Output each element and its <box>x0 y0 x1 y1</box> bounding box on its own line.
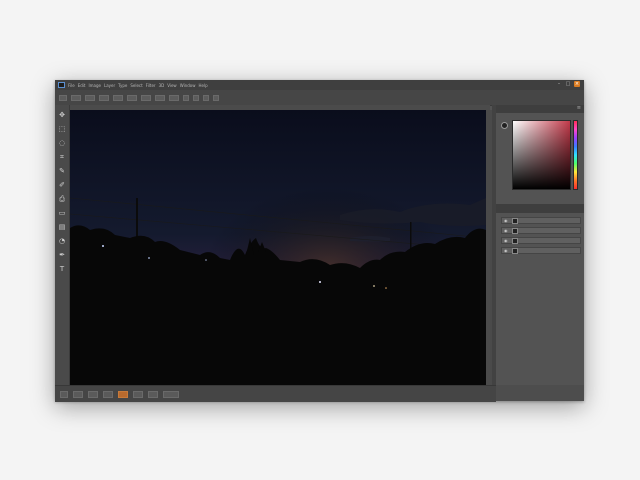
menu-filter[interactable]: Filter <box>146 83 156 88</box>
menu-3d[interactable]: 3D <box>159 83 165 88</box>
bottom-button-3[interactable] <box>88 390 98 398</box>
panel-menu-icon[interactable]: ≡ <box>577 105 581 111</box>
option-button-10[interactable] <box>193 94 199 101</box>
document-canvas[interactable] <box>70 110 486 385</box>
maximize-icon[interactable]: □ <box>565 81 571 87</box>
bottom-button-2[interactable] <box>73 390 83 398</box>
bottom-button-4[interactable] <box>103 390 113 398</box>
option-button-3[interactable] <box>99 94 109 101</box>
eye-icon[interactable]: ◉ <box>504 238 509 243</box>
menu-help[interactable]: Help <box>198 83 207 88</box>
move-icon[interactable]: ✥ <box>58 111 66 119</box>
menu-view[interactable]: View <box>167 83 177 88</box>
menu-image[interactable]: Image <box>88 83 101 88</box>
option-button-7[interactable] <box>155 94 165 101</box>
menu-file[interactable]: File <box>68 83 75 88</box>
menu-select[interactable]: Select <box>130 83 142 88</box>
layer-thumbnail <box>512 227 518 234</box>
layer-row[interactable]: ◉ <box>501 227 581 234</box>
menu-type[interactable]: Type <box>118 83 127 88</box>
menu-bar: File Edit Image Layer Type Select Filter… <box>55 80 584 90</box>
menu-window[interactable]: Window <box>180 83 196 88</box>
dodge-icon[interactable]: ◔ <box>58 237 66 245</box>
close-icon[interactable]: × <box>574 81 580 87</box>
hue-slider[interactable] <box>573 120 578 190</box>
bottom-button-8[interactable] <box>163 390 179 398</box>
option-button-5[interactable] <box>127 94 137 101</box>
foreground-swatch-icon[interactable] <box>501 122 508 129</box>
eraser-icon[interactable]: ▭ <box>58 209 66 217</box>
night-landscape-image <box>70 110 486 385</box>
bottom-button-1[interactable] <box>60 390 68 398</box>
brush-icon[interactable]: ✐ <box>58 181 66 189</box>
window-controls: – □ × <box>556 81 580 87</box>
eye-icon[interactable]: ◉ <box>504 228 509 233</box>
option-button-8[interactable] <box>169 94 179 101</box>
pen-icon[interactable]: ✒ <box>58 251 66 259</box>
lasso-icon[interactable]: ◌ <box>58 139 66 147</box>
bottom-button-6[interactable] <box>133 390 143 398</box>
right-panels: ≡ ◉ ◉ ◉ ◉ <box>496 105 584 385</box>
menu-edit[interactable]: Edit <box>78 83 86 88</box>
type-icon[interactable]: T <box>58 265 66 273</box>
panel-footer <box>496 385 584 401</box>
option-button-12[interactable] <box>213 94 219 101</box>
layer-thumbnail <box>512 237 518 244</box>
color-picker-field[interactable] <box>512 120 571 190</box>
option-button-6[interactable] <box>141 94 151 101</box>
option-button-11[interactable] <box>203 94 209 101</box>
gradient-icon[interactable]: ▤ <box>58 223 66 231</box>
option-button-9[interactable] <box>183 94 189 101</box>
bottom-toolbar <box>55 385 496 402</box>
marquee-icon[interactable]: ⬚ <box>58 125 66 133</box>
layer-thumbnail <box>512 247 518 254</box>
bottom-button-7[interactable] <box>148 390 158 398</box>
tool-preset-button[interactable] <box>59 94 67 101</box>
layers-panel-header[interactable] <box>496 204 584 213</box>
option-button-2[interactable] <box>85 94 95 101</box>
eyedropper-icon[interactable]: ✎ <box>58 167 66 175</box>
eye-icon[interactable]: ◉ <box>504 218 509 223</box>
eye-icon[interactable]: ◉ <box>504 248 509 253</box>
menu-layer[interactable]: Layer <box>104 83 115 88</box>
layer-row[interactable]: ◉ <box>501 237 581 244</box>
option-button-4[interactable] <box>113 94 123 101</box>
options-bar <box>55 90 584 106</box>
color-panel-header[interactable]: ≡ <box>496 105 584 113</box>
layer-thumbnail <box>512 217 518 224</box>
app-logo-icon <box>58 82 65 88</box>
layer-row[interactable]: ◉ <box>501 247 581 254</box>
crop-icon[interactable]: ⌗ <box>58 153 66 161</box>
tools-panel: ✥ ⬚ ◌ ⌗ ✎ ✐ ⎙ ▭ ▤ ◔ ✒ T <box>55 105 70 385</box>
bottom-button-accent[interactable] <box>118 390 128 398</box>
photoshop-window: File Edit Image Layer Type Select Filter… <box>55 80 584 402</box>
layer-row[interactable]: ◉ <box>501 217 581 224</box>
option-button-1[interactable] <box>71 94 81 101</box>
minimize-icon[interactable]: – <box>556 81 562 87</box>
clone-stamp-icon[interactable]: ⎙ <box>58 195 66 203</box>
